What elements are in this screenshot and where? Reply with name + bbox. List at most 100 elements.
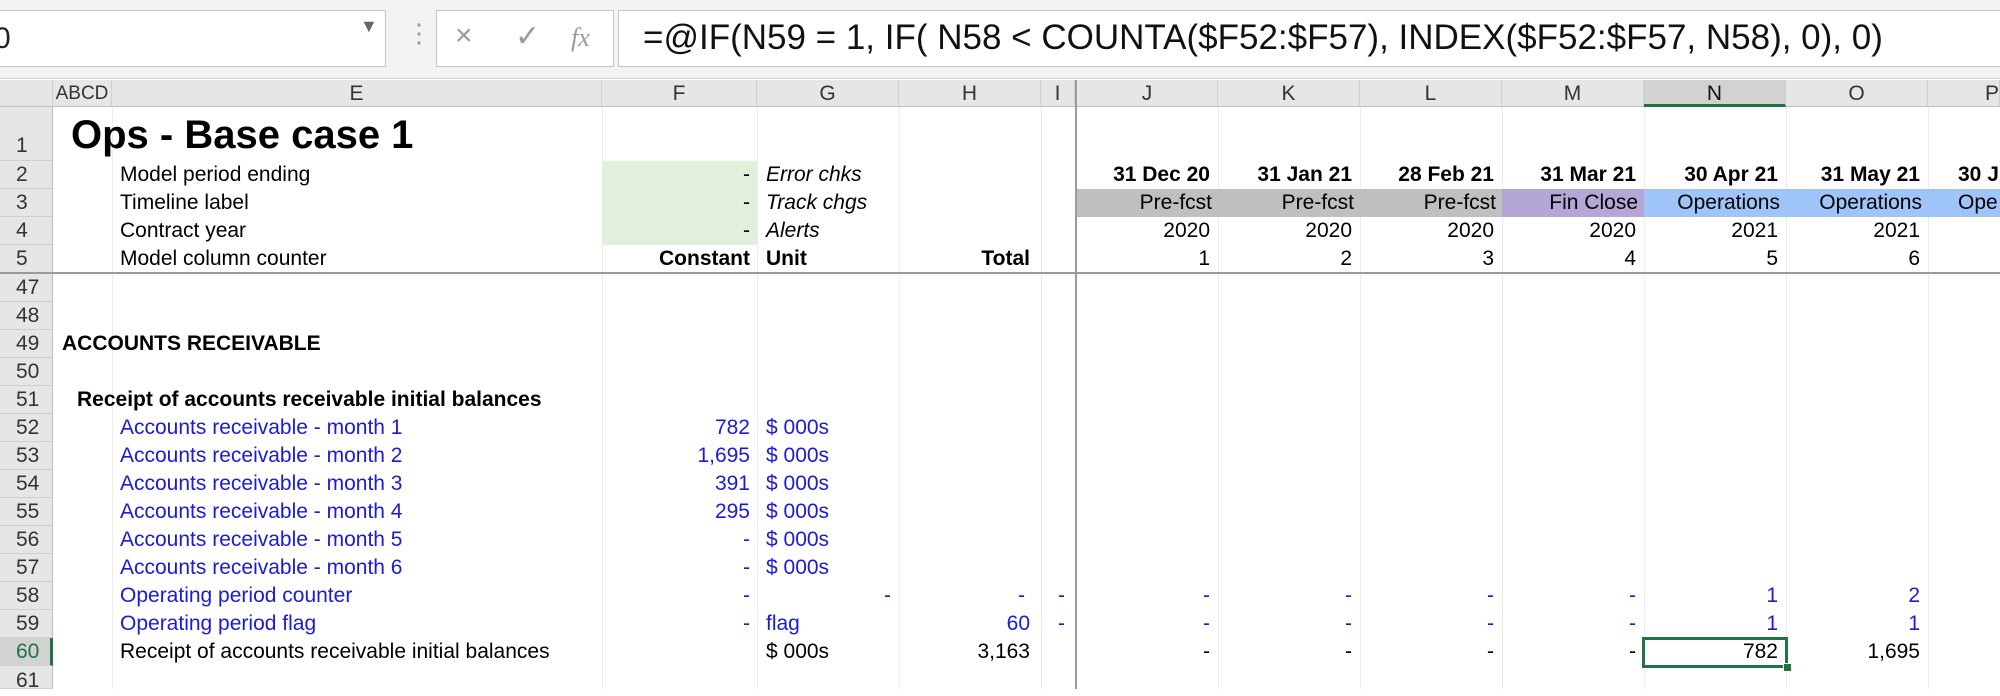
ar-month-label[interactable]: Accounts receivable - month 6 (120, 554, 402, 582)
flag-f[interactable]: - (602, 610, 750, 638)
flag-timeline[interactable]: 1 (1786, 610, 1920, 638)
ar-month-label[interactable]: Accounts receivable - month 3 (120, 470, 402, 498)
row-header[interactable]: 1 (0, 107, 53, 161)
timeline-label[interactable]: Operations (1786, 189, 1922, 217)
receipt-unit[interactable]: $ 000s (766, 638, 829, 666)
row-header[interactable]: 48 (0, 302, 53, 330)
timeline-date[interactable]: 30 Apr 21 (1644, 161, 1778, 189)
cell-f2[interactable]: - (602, 161, 750, 189)
ar-month-unit[interactable]: $ 000s (766, 498, 829, 526)
cell-f3[interactable]: - (602, 189, 750, 217)
chevron-down-icon[interactable]: ▼ (360, 16, 378, 37)
timeline-label[interactable]: Ope (1958, 189, 1998, 217)
row-header[interactable]: 51 (0, 386, 53, 414)
drag-handle-icon[interactable]: ⋮ (406, 18, 432, 49)
column-header-i[interactable]: I (1041, 80, 1075, 107)
row-header[interactable]: 4 (0, 217, 53, 245)
row-header[interactable]: 58 (0, 582, 53, 610)
operating-period-flag-label[interactable]: Operating period flag (120, 610, 316, 638)
formula-input[interactable]: =@IF(N59 = 1, IF( N58 < COUNTA($F52:$F57… (618, 10, 2000, 67)
column-header-g[interactable]: G (757, 80, 899, 107)
contract-year[interactable]: 2020 (1502, 217, 1636, 245)
flag-timeline[interactable]: - (1502, 610, 1636, 638)
row-header[interactable]: 50 (0, 358, 53, 386)
flag-timeline[interactable]: 1 (1644, 610, 1778, 638)
track-changes-label[interactable]: Track chgs (766, 189, 867, 217)
flag-timeline[interactable]: - (1360, 610, 1494, 638)
contract-year[interactable]: 2020 (1360, 217, 1494, 245)
ar-month-value[interactable]: 295 (602, 498, 750, 526)
row-header[interactable]: 2 (0, 161, 53, 189)
cell-f4[interactable]: - (602, 217, 750, 245)
unit-header[interactable]: Unit (766, 245, 807, 273)
ar-month-value[interactable]: 391 (602, 470, 750, 498)
column-header-p[interactable]: P (1928, 80, 2000, 107)
name-box[interactable]: 0 (0, 10, 386, 67)
flag-total[interactable]: 60 (899, 610, 1030, 638)
receipt-timeline[interactable]: - (1360, 638, 1494, 666)
column-header-l[interactable]: L (1360, 80, 1502, 107)
counter-timeline[interactable]: - (1502, 582, 1636, 610)
row-header[interactable]: 54 (0, 470, 53, 498)
counter-h[interactable]: - (899, 582, 1025, 610)
counter-g[interactable]: - (757, 582, 891, 610)
row-header[interactable]: 61 (0, 666, 53, 692)
receipt-timeline[interactable]: 1,695 (1786, 638, 1920, 666)
ar-month-unit[interactable]: $ 000s (766, 442, 829, 470)
row-header-selected[interactable]: 60 (0, 638, 53, 666)
row-header[interactable]: 57 (0, 554, 53, 582)
ar-month-unit[interactable]: $ 000s (766, 554, 829, 582)
insert-function-icon[interactable]: fx (571, 23, 590, 53)
counter-i[interactable]: - (1041, 582, 1065, 610)
counter-timeline[interactable]: - (1360, 582, 1494, 610)
sheet-title[interactable]: Ops - Base case 1 (71, 110, 413, 160)
row-header[interactable]: 49 (0, 330, 53, 358)
flag-i[interactable]: - (1041, 610, 1065, 638)
timeline-label[interactable]: Pre-fcst (1077, 189, 1212, 217)
flag-timeline[interactable]: - (1077, 610, 1210, 638)
row-header[interactable]: 56 (0, 526, 53, 554)
counter-timeline[interactable]: - (1218, 582, 1352, 610)
label-model-column-counter[interactable]: Model column counter (120, 245, 327, 273)
subsection-heading[interactable]: Receipt of accounts receivable initial b… (77, 386, 542, 414)
column-header-j[interactable]: J (1077, 80, 1218, 107)
column-header-o[interactable]: O (1786, 80, 1928, 107)
label-contract-year[interactable]: Contract year (120, 217, 246, 245)
column-counter[interactable]: 5 (1644, 245, 1778, 273)
column-counter[interactable]: 6 (1786, 245, 1920, 273)
section-heading[interactable]: ACCOUNTS RECEIVABLE (62, 330, 321, 358)
row-header[interactable]: 55 (0, 498, 53, 526)
active-cell-outline[interactable] (1642, 637, 1788, 668)
column-counter[interactable]: 4 (1502, 245, 1636, 273)
counter-timeline[interactable]: 2 (1786, 582, 1920, 610)
receipt-timeline[interactable]: - (1218, 638, 1352, 666)
cell-f5-constant[interactable]: Constant (602, 245, 750, 273)
timeline-label[interactable]: Pre-fcst (1360, 189, 1496, 217)
row-header[interactable]: 47 (0, 274, 53, 302)
contract-year[interactable]: 2020 (1077, 217, 1210, 245)
timeline-label[interactable]: Operations (1644, 189, 1780, 217)
timeline-date[interactable]: 31 Jan 21 (1218, 161, 1352, 189)
counter-f[interactable]: - (602, 582, 750, 610)
column-header-k[interactable]: K (1218, 80, 1360, 107)
timeline-label[interactable]: Pre-fcst (1218, 189, 1354, 217)
label-model-period-ending[interactable]: Model period ending (120, 161, 310, 189)
contract-year[interactable]: 2021 (1786, 217, 1920, 245)
contract-year[interactable]: 2021 (1644, 217, 1778, 245)
ar-month-label[interactable]: Accounts receivable - month 5 (120, 526, 402, 554)
operating-period-counter-label[interactable]: Operating period counter (120, 582, 352, 610)
column-header-h[interactable]: H (899, 80, 1041, 107)
column-header-m[interactable]: M (1502, 80, 1644, 107)
cancel-icon[interactable]: × (455, 19, 473, 53)
receipt-label[interactable]: Receipt of accounts receivable initial b… (120, 638, 550, 666)
ar-month-unit[interactable]: $ 000s (766, 470, 829, 498)
timeline-date[interactable]: 28 Feb 21 (1360, 161, 1494, 189)
ar-month-label[interactable]: Accounts receivable - month 2 (120, 442, 402, 470)
ar-month-value[interactable]: - (602, 526, 750, 554)
timeline-date[interactable]: 30 J (1958, 161, 1999, 189)
row-header[interactable]: 3 (0, 189, 53, 217)
column-header-n[interactable]: N (1644, 80, 1786, 107)
label-timeline-label[interactable]: Timeline label (120, 189, 249, 217)
ar-month-value[interactable]: - (602, 554, 750, 582)
enter-icon[interactable]: ✓ (515, 19, 540, 54)
